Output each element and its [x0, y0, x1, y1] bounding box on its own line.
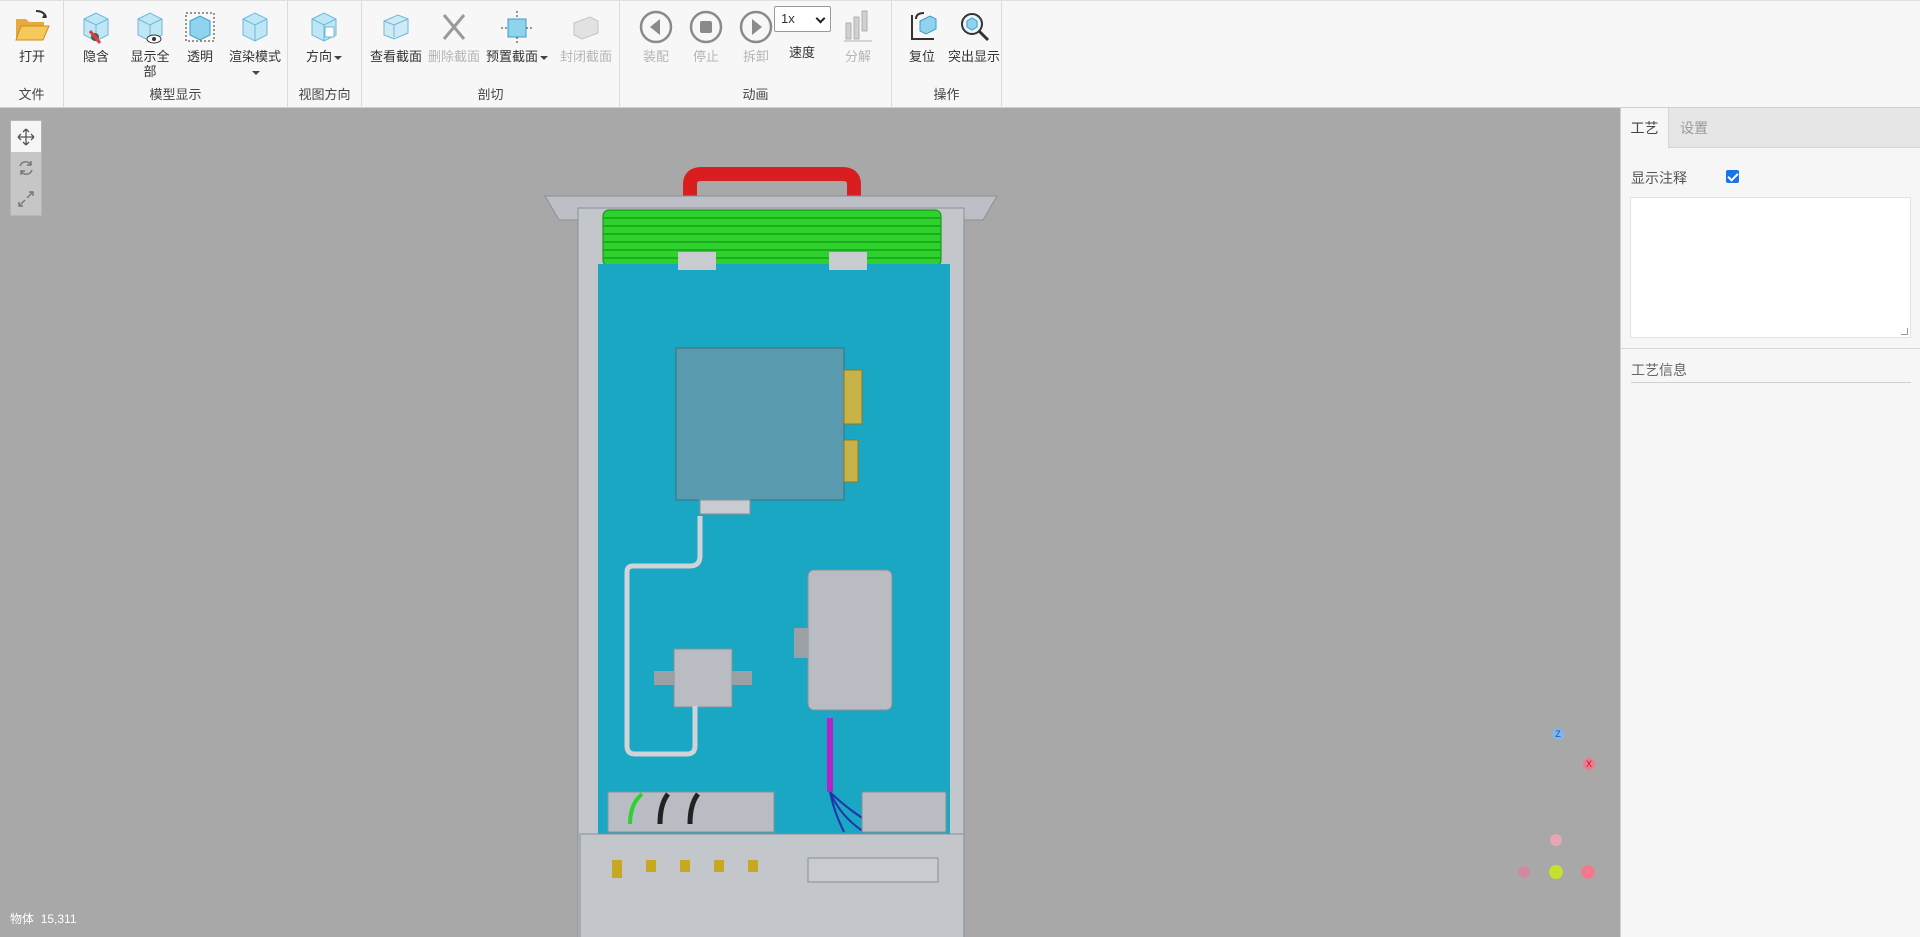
- axis-label-x: X: [1583, 758, 1595, 770]
- view-cube-icon: [311, 12, 337, 42]
- group-model-display: 隐含 显示全部 透明 渲染模式 模型显示: [64, 1, 288, 109]
- view-section-icon: [383, 14, 409, 40]
- view-section-button[interactable]: 查看截面: [366, 5, 426, 83]
- speed-label: 速度: [788, 45, 815, 60]
- reset-label: 复位: [908, 49, 935, 64]
- close-x-icon: [442, 14, 466, 40]
- show-all-label: 显示全部: [130, 49, 170, 79]
- panel-tabs: 工艺 设置: [1621, 108, 1920, 148]
- explode-button[interactable]: 分解: [828, 5, 888, 83]
- render-mode-button[interactable]: 渲染模式: [224, 5, 286, 83]
- stop-icon: [689, 10, 723, 44]
- show-annotation-label: 显示注释: [1631, 170, 1687, 186]
- render-cube-icon: [242, 12, 268, 42]
- tab-settings[interactable]: 设置: [1670, 108, 1718, 148]
- group-view-direction: 方向 视图方向: [288, 1, 362, 109]
- preset-section-button[interactable]: 预置截面: [484, 5, 550, 83]
- delete-section-label: 删除截面: [427, 49, 480, 64]
- model-module-large: [675, 347, 845, 501]
- close-section-button[interactable]: 封闭截面: [556, 5, 616, 83]
- group-label-operation: 操作: [933, 87, 960, 102]
- close-section-icon: [573, 16, 599, 40]
- open-label: 打开: [18, 49, 45, 64]
- direction-button[interactable]: 方向: [294, 5, 354, 83]
- render-mode-dropdown-icon: [252, 70, 260, 75]
- model-module-right: [807, 569, 893, 711]
- side-panel: 工艺 设置 显示注释 工艺信息: [1620, 108, 1920, 937]
- play-back-icon: [639, 10, 673, 44]
- group-section: 查看截面 删除截面 预置截面 封闭截面 剖切: [362, 1, 620, 109]
- group-operation: 复位 突出显示 操作: [892, 1, 1002, 109]
- show-all-cube-icon: [137, 12, 163, 44]
- process-info-heading: 工艺信息: [1631, 360, 1911, 383]
- transparent-button[interactable]: 透明: [170, 5, 230, 83]
- delete-section-button[interactable]: 删除截面: [424, 5, 484, 83]
- group-label-model-display: 模型显示: [149, 87, 202, 102]
- open-button[interactable]: 打开: [2, 5, 62, 83]
- transparent-label: 透明: [186, 49, 213, 64]
- explode-icon: [844, 10, 872, 42]
- hide-button[interactable]: 隐含: [66, 5, 126, 83]
- preset-section-label: 预置截面: [484, 49, 550, 64]
- transparent-cube-icon: [185, 12, 215, 42]
- show-annotation-checkbox[interactable]: [1726, 170, 1739, 183]
- group-label-view-direction: 视图方向: [298, 87, 351, 102]
- folder-open-icon: [15, 10, 50, 41]
- model-render[interactable]: [0, 108, 1620, 937]
- magnifier-icon: [961, 13, 990, 42]
- axis-label-z: Z: [1552, 728, 1564, 740]
- highlight-label: 突出显示: [947, 49, 1000, 64]
- speed-label-button: 速度: [772, 5, 832, 83]
- group-label-section: 剖切: [477, 87, 504, 102]
- annotation-textarea[interactable]: [1630, 197, 1911, 338]
- reset-icon: [911, 12, 937, 40]
- direction-label: 方向: [294, 49, 354, 64]
- explode-label: 分解: [844, 49, 871, 64]
- group-file: 打开 文件: [0, 1, 64, 109]
- tab-process[interactable]: 工艺: [1621, 108, 1669, 148]
- group-label-animation: 动画: [742, 87, 769, 102]
- play-icon: [739, 10, 773, 44]
- axis-triad: [1518, 834, 1595, 879]
- hide-label: 隐含: [82, 49, 109, 64]
- view-section-label: 查看截面: [369, 49, 422, 64]
- hide-cube-icon: [83, 12, 109, 44]
- ribbon-toolbar: 打开 文件 隐含 显示全部 透明 渲染模式 模型显示 方向 视图方向 查看截面 …: [0, 0, 1920, 109]
- panel-divider: [1621, 348, 1920, 349]
- group-label-file: 文件: [18, 87, 45, 102]
- highlight-button[interactable]: 突出显示: [944, 5, 1004, 83]
- object-count-value: 15,311: [40, 912, 77, 926]
- object-count: 物体 15,311: [10, 912, 77, 926]
- render-mode-label: 渲染模式: [228, 49, 281, 64]
- preset-section-icon: [501, 11, 533, 45]
- close-section-label: 封闭截面: [559, 49, 612, 64]
- 3d-viewport[interactable]: Z X 物体 15,311: [0, 108, 1620, 937]
- reset-button[interactable]: 复位: [892, 5, 952, 83]
- group-animation: 装配 停止 拆卸 1x 速度 分解 动画: [620, 1, 892, 109]
- model-module-small: [673, 648, 733, 708]
